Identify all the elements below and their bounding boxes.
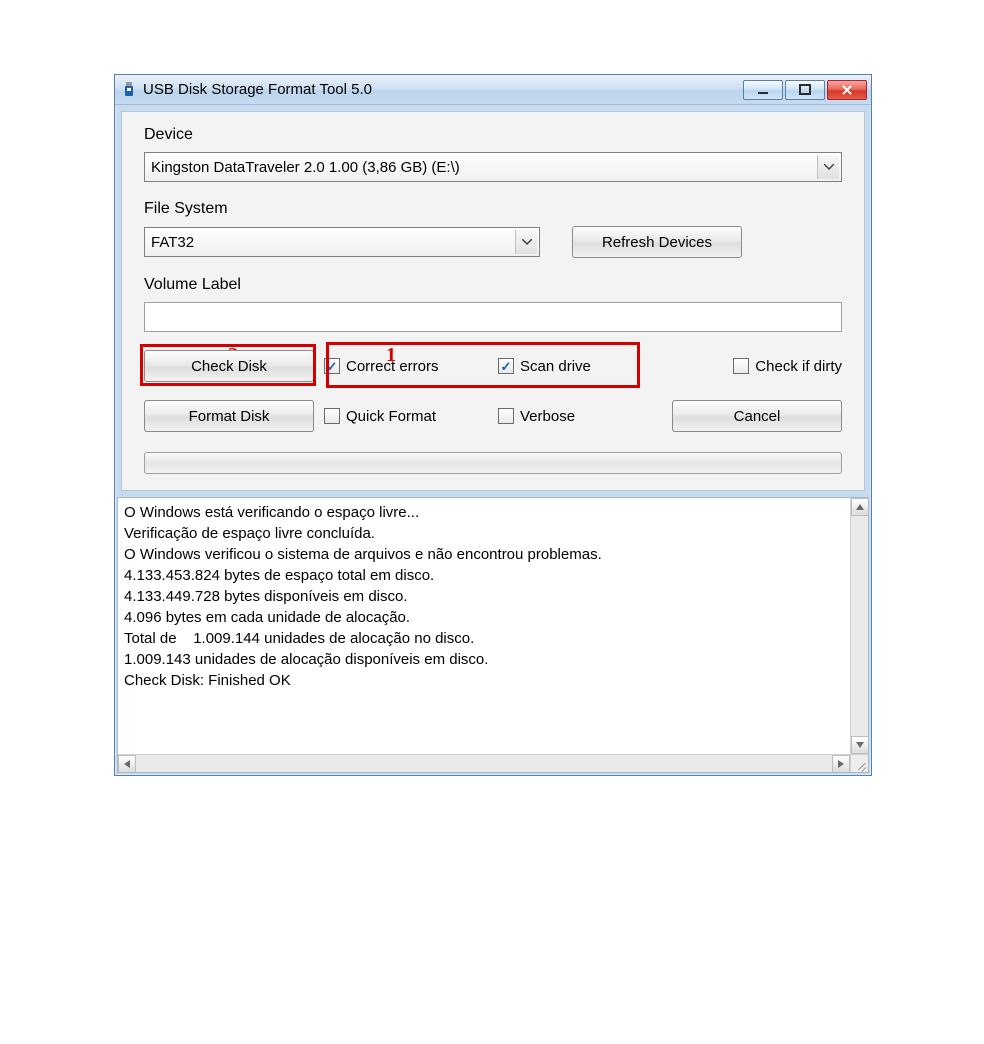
scroll-left-icon[interactable]	[118, 755, 136, 773]
log-text[interactable]: O Windows está verificando o espaço livr…	[120, 500, 848, 752]
checkbox-label: Verbose	[520, 408, 575, 425]
volume-label-section: Volume Label	[144, 276, 842, 332]
correct-errors-checkbox[interactable]: Correct errors	[324, 358, 488, 375]
device-section: Device Kingston DataTraveler 2.0 1.00 (3…	[144, 126, 842, 182]
filesystem-label: File System	[144, 200, 842, 218]
volume-label-input[interactable]	[144, 302, 842, 332]
scroll-up-icon[interactable]	[851, 498, 869, 516]
button-label: Format Disk	[189, 408, 270, 425]
quick-format-checkbox[interactable]: Quick Format	[324, 408, 488, 425]
verbose-checkbox[interactable]: Verbose	[498, 408, 662, 425]
scroll-down-icon[interactable]	[851, 736, 869, 754]
vertical-scrollbar[interactable]	[850, 498, 868, 754]
check-if-dirty-checkbox[interactable]: Check if dirty	[733, 358, 842, 375]
button-label: Refresh Devices	[602, 234, 712, 251]
volume-label-label: Volume Label	[144, 276, 842, 294]
check-row: Check Disk Correct errors Scan drive Che…	[144, 350, 842, 382]
horizontal-scrollbar[interactable]	[118, 754, 850, 772]
button-label: Cancel	[734, 408, 781, 425]
options-area: 2 1 Check Disk Correct errors Scan drive…	[144, 350, 842, 432]
format-disk-button[interactable]: Format Disk	[144, 400, 314, 432]
maximize-button[interactable]	[785, 80, 825, 100]
device-dropdown-value: Kingston DataTraveler 2.0 1.00 (3,86 GB)…	[151, 159, 460, 176]
minimize-button[interactable]	[743, 80, 783, 100]
titlebar: USB Disk Storage Format Tool 5.0	[115, 75, 871, 105]
filesystem-dropdown[interactable]: FAT32	[144, 227, 540, 257]
chevron-down-icon	[515, 230, 537, 254]
checkbox-icon	[498, 358, 514, 374]
checkbox-icon	[324, 358, 340, 374]
chevron-down-icon	[817, 155, 839, 179]
checkbox-label: Quick Format	[346, 408, 436, 425]
window-controls	[743, 80, 867, 100]
checkbox-label: Check if dirty	[755, 358, 842, 375]
checkbox-label: Scan drive	[520, 358, 591, 375]
progress-bar	[144, 452, 842, 474]
checkbox-icon	[733, 358, 749, 374]
checkbox-icon	[324, 408, 340, 424]
checkbox-label: Correct errors	[346, 358, 439, 375]
scroll-right-icon[interactable]	[832, 755, 850, 773]
close-button[interactable]	[827, 80, 867, 100]
main-panel: Device Kingston DataTraveler 2.0 1.00 (3…	[121, 111, 865, 491]
window-title: USB Disk Storage Format Tool 5.0	[143, 81, 743, 98]
filesystem-dropdown-value: FAT32	[151, 234, 194, 251]
usb-icon	[121, 82, 137, 98]
scan-drive-checkbox[interactable]: Scan drive	[498, 358, 662, 375]
log-panel: O Windows está verificando o espaço livr…	[117, 497, 869, 773]
checkbox-icon	[498, 408, 514, 424]
check-disk-button[interactable]: Check Disk	[144, 350, 314, 382]
resize-grip-icon[interactable]	[850, 754, 868, 772]
device-dropdown[interactable]: Kingston DataTraveler 2.0 1.00 (3,86 GB)…	[144, 152, 842, 182]
refresh-devices-button[interactable]: Refresh Devices	[572, 226, 742, 258]
cancel-button[interactable]: Cancel	[672, 400, 842, 432]
app-window: USB Disk Storage Format Tool 5.0 Device …	[114, 74, 872, 776]
device-label: Device	[144, 126, 842, 144]
filesystem-section: File System FAT32 Refresh Devices	[144, 200, 842, 258]
button-label: Check Disk	[191, 358, 267, 375]
format-row: Format Disk Quick Format Verbose Cancel	[144, 400, 842, 432]
